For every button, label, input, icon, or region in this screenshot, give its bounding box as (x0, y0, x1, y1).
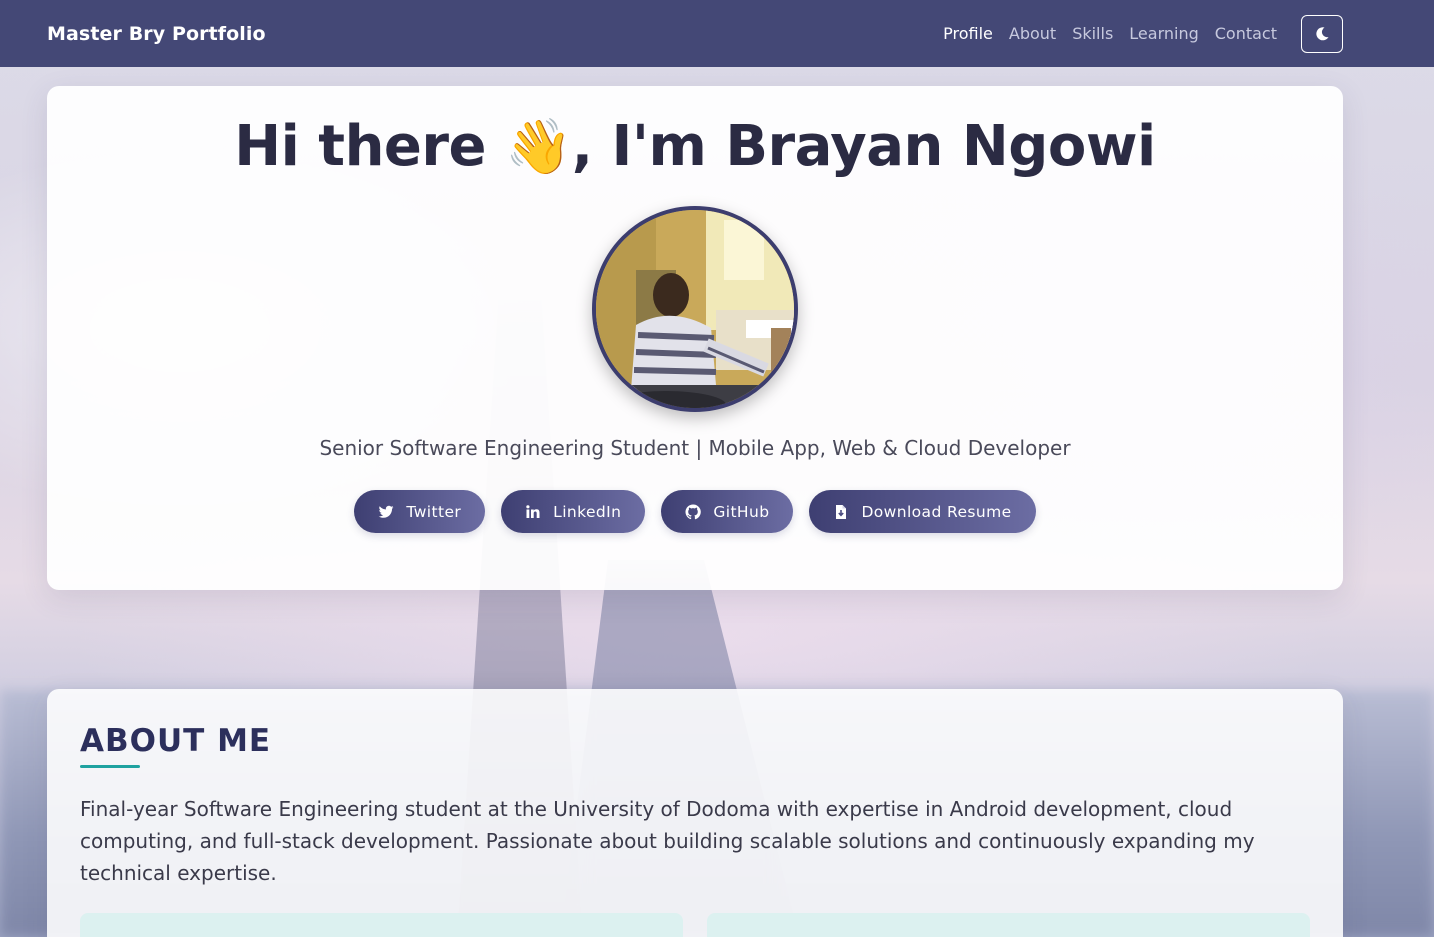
nav-link-learning[interactable]: Learning (1129, 24, 1198, 43)
hero-name: , I'm Brayan Ngowi (571, 114, 1156, 179)
social-buttons: Twitter LinkedIn GitHub Download Resume (47, 490, 1343, 533)
github-button-label: GitHub (713, 502, 770, 521)
nav-link-contact[interactable]: Contact (1215, 24, 1277, 43)
about-info-card-left (80, 913, 683, 937)
about-card: ABOUT ME Final-year Software Engineering… (47, 689, 1343, 937)
nav-link-skills[interactable]: Skills (1072, 24, 1113, 43)
download-resume-button-label: Download Resume (861, 502, 1012, 521)
file-download-icon (833, 504, 849, 520)
hero-greeting: Hi there (234, 114, 487, 179)
about-body: Final-year Software Engineering student … (80, 797, 1255, 885)
linkedin-button-label: LinkedIn (553, 502, 622, 521)
hero-tagline: Senior Software Engineering Student | Mo… (319, 436, 1071, 460)
hero-card: Hi there 👋, I'm Brayan Ngowi Senior Soft… (47, 86, 1343, 590)
navbar: Master Bry Portfolio Profile About Skill… (0, 0, 1434, 67)
github-button[interactable]: GitHub (661, 490, 794, 533)
nav-link-about[interactable]: About (1009, 24, 1056, 43)
theme-toggle-button[interactable] (1301, 14, 1343, 53)
about-heading: ABOUT ME (80, 723, 272, 759)
heading-underline (80, 765, 140, 768)
linkedin-icon (525, 504, 541, 520)
brand-logo[interactable]: Master Bry Portfolio (47, 23, 266, 45)
moon-icon (1316, 26, 1329, 40)
nav-links: Profile About Skills Learning Contact (943, 24, 1277, 43)
download-resume-button[interactable]: Download Resume (809, 490, 1036, 533)
wave-emoji-icon: 👋 (505, 115, 572, 178)
hero-title: Hi there 👋, I'm Brayan Ngowi (47, 114, 1343, 179)
twitter-button[interactable]: Twitter (354, 490, 486, 533)
about-info-card-right (707, 913, 1310, 937)
twitter-button-label: Twitter (406, 502, 462, 521)
twitter-icon (378, 504, 394, 520)
github-icon (685, 503, 702, 520)
linkedin-button[interactable]: LinkedIn (501, 490, 646, 533)
avatar (592, 206, 798, 412)
nav-link-profile[interactable]: Profile (943, 24, 993, 43)
